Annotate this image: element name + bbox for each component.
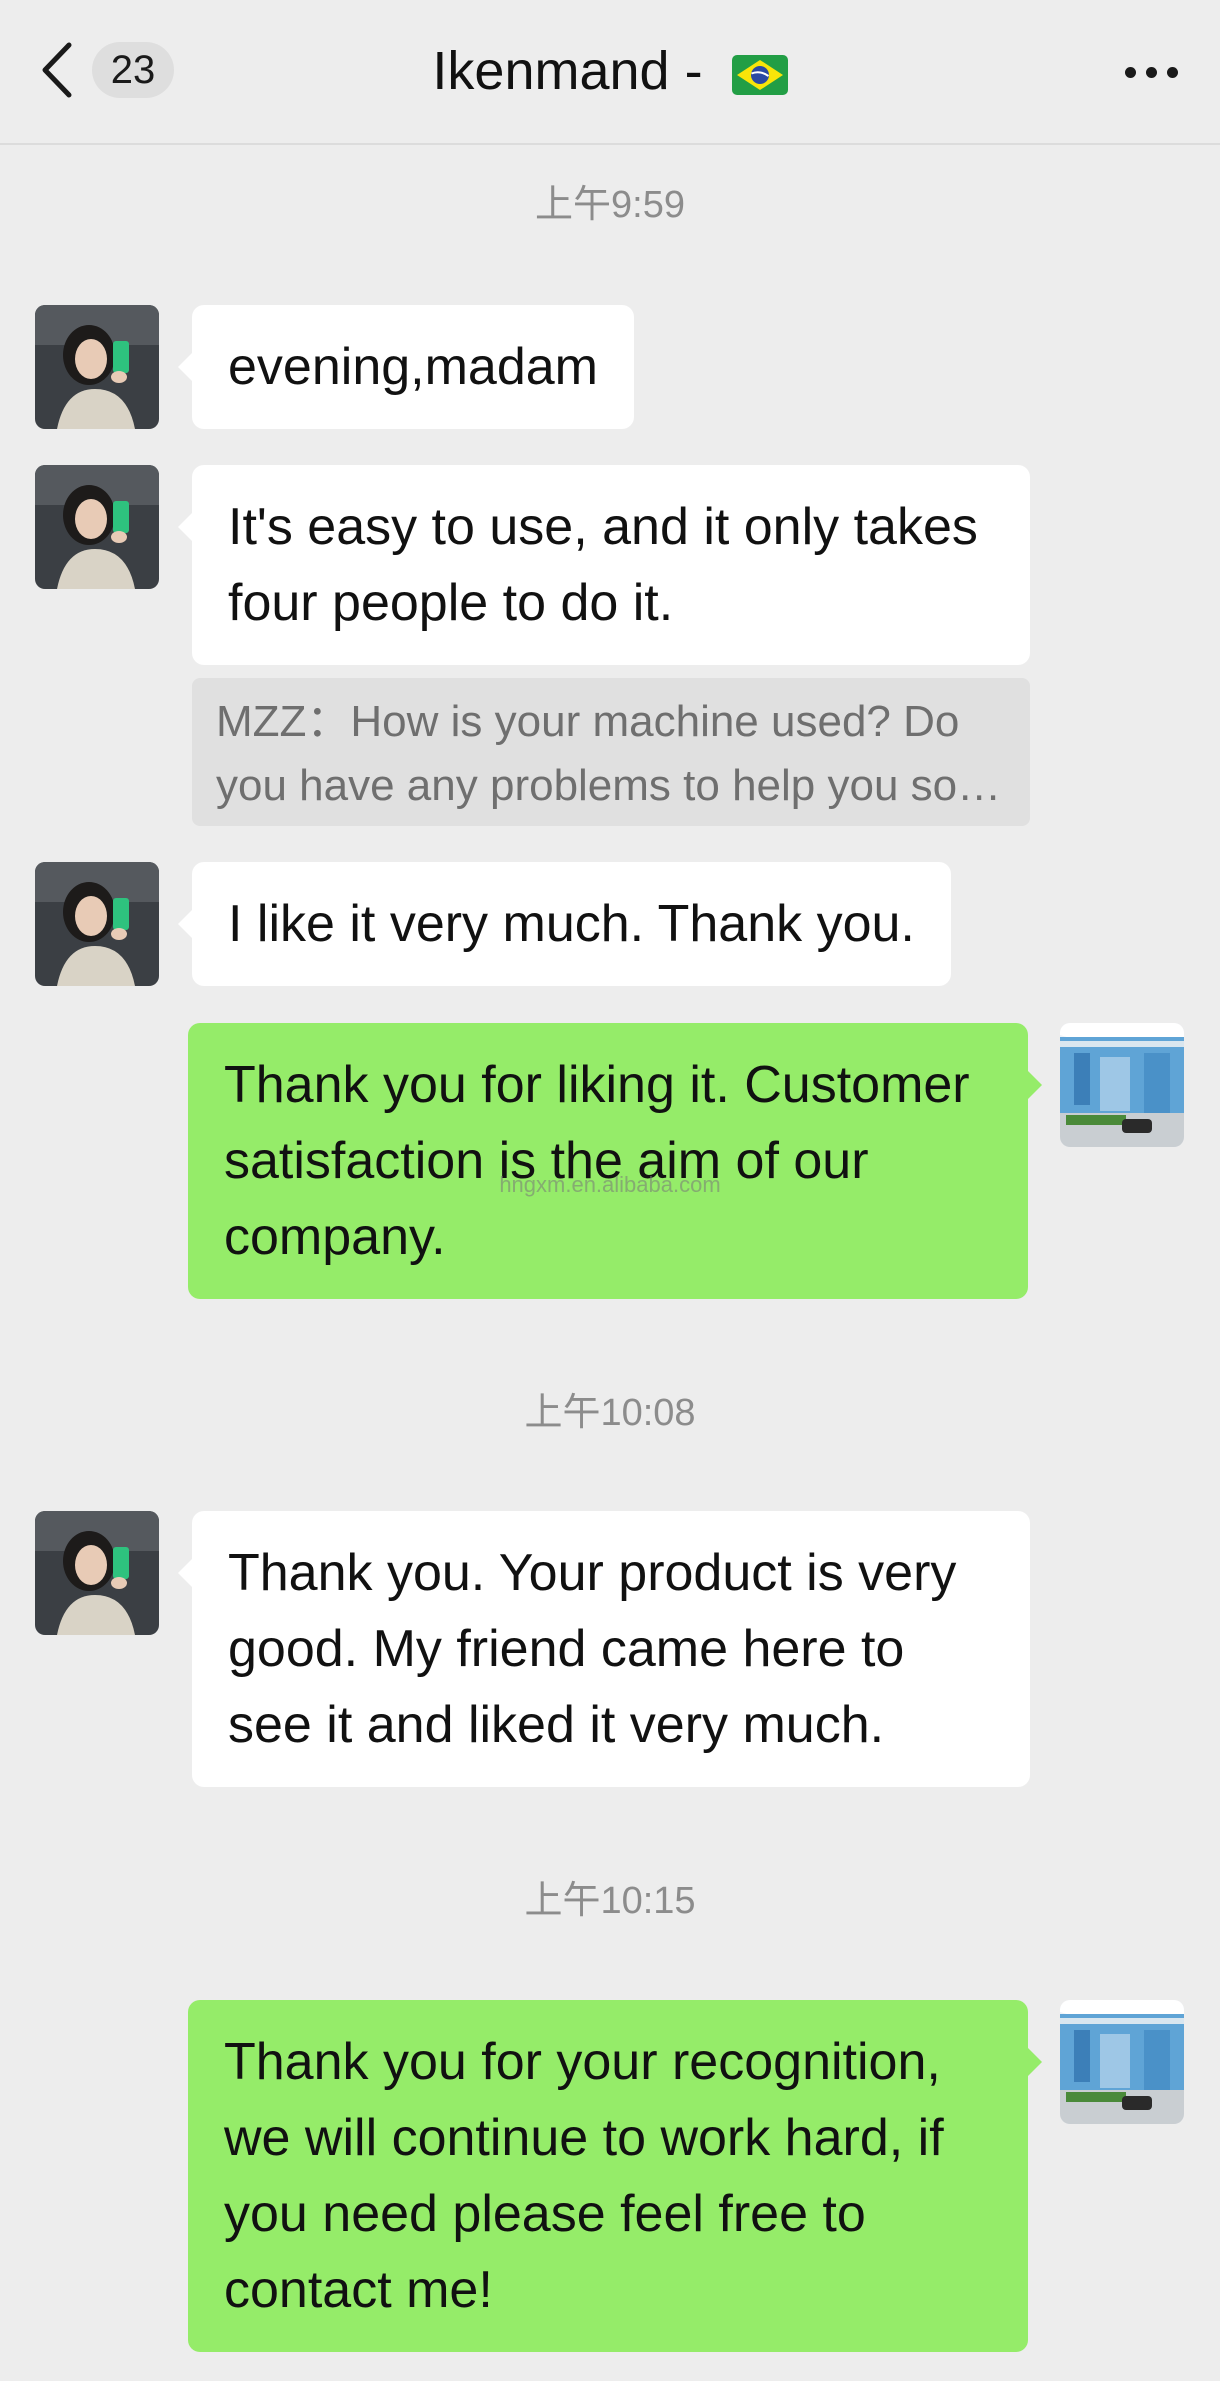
brazil-flag-icon — [731, 44, 788, 95]
outgoing-message[interactable]: Thank you for liking it. Customer satisf… — [188, 1023, 1042, 1299]
timestamp: 上午9:59 — [535, 184, 685, 226]
back-button[interactable]: 23 — [36, 36, 186, 104]
timestamp: 上午10:08 — [524, 1392, 696, 1434]
chat-title: Ikenmand - — [432, 41, 703, 101]
quoted-message[interactable]: MZZ：How is your machine used? Do you hav… — [192, 678, 1030, 826]
outgoing-message[interactable]: Thank you for your recognition, we will … — [188, 2000, 1042, 2352]
chat-header: 23 Ikenmand - — [0, 0, 1220, 145]
unread-count-badge: 23 — [92, 42, 174, 98]
more-dots-icon — [1124, 66, 1136, 78]
contact-avatar[interactable] — [35, 1511, 159, 1635]
timestamp: 上午10:15 — [524, 1880, 696, 1922]
incoming-message[interactable]: evening,madam — [178, 305, 634, 429]
incoming-message[interactable]: It's easy to use, and it only takes four… — [178, 465, 1030, 665]
contact-avatar[interactable] — [35, 305, 159, 429]
contact-avatar[interactable] — [35, 862, 159, 986]
quote-line-1: MZZ：How is your machine used? Do — [216, 697, 960, 746]
contact-avatar[interactable] — [35, 465, 159, 589]
my-avatar[interactable] — [1060, 2000, 1184, 2124]
chevron-left-icon — [36, 40, 76, 100]
quote-line-2: you have any problems to help you so… — [216, 761, 1002, 810]
my-avatar[interactable] — [1060, 1023, 1184, 1147]
chat-screen: 23 Ikenmand - 上午9:59 evening,madam It's … — [0, 0, 1220, 2381]
incoming-message[interactable]: Thank you. Your product is very good. My… — [178, 1511, 1030, 1787]
incoming-message[interactable]: I like it very much. Thank you. — [178, 862, 951, 986]
more-options-button[interactable] — [1116, 44, 1186, 100]
